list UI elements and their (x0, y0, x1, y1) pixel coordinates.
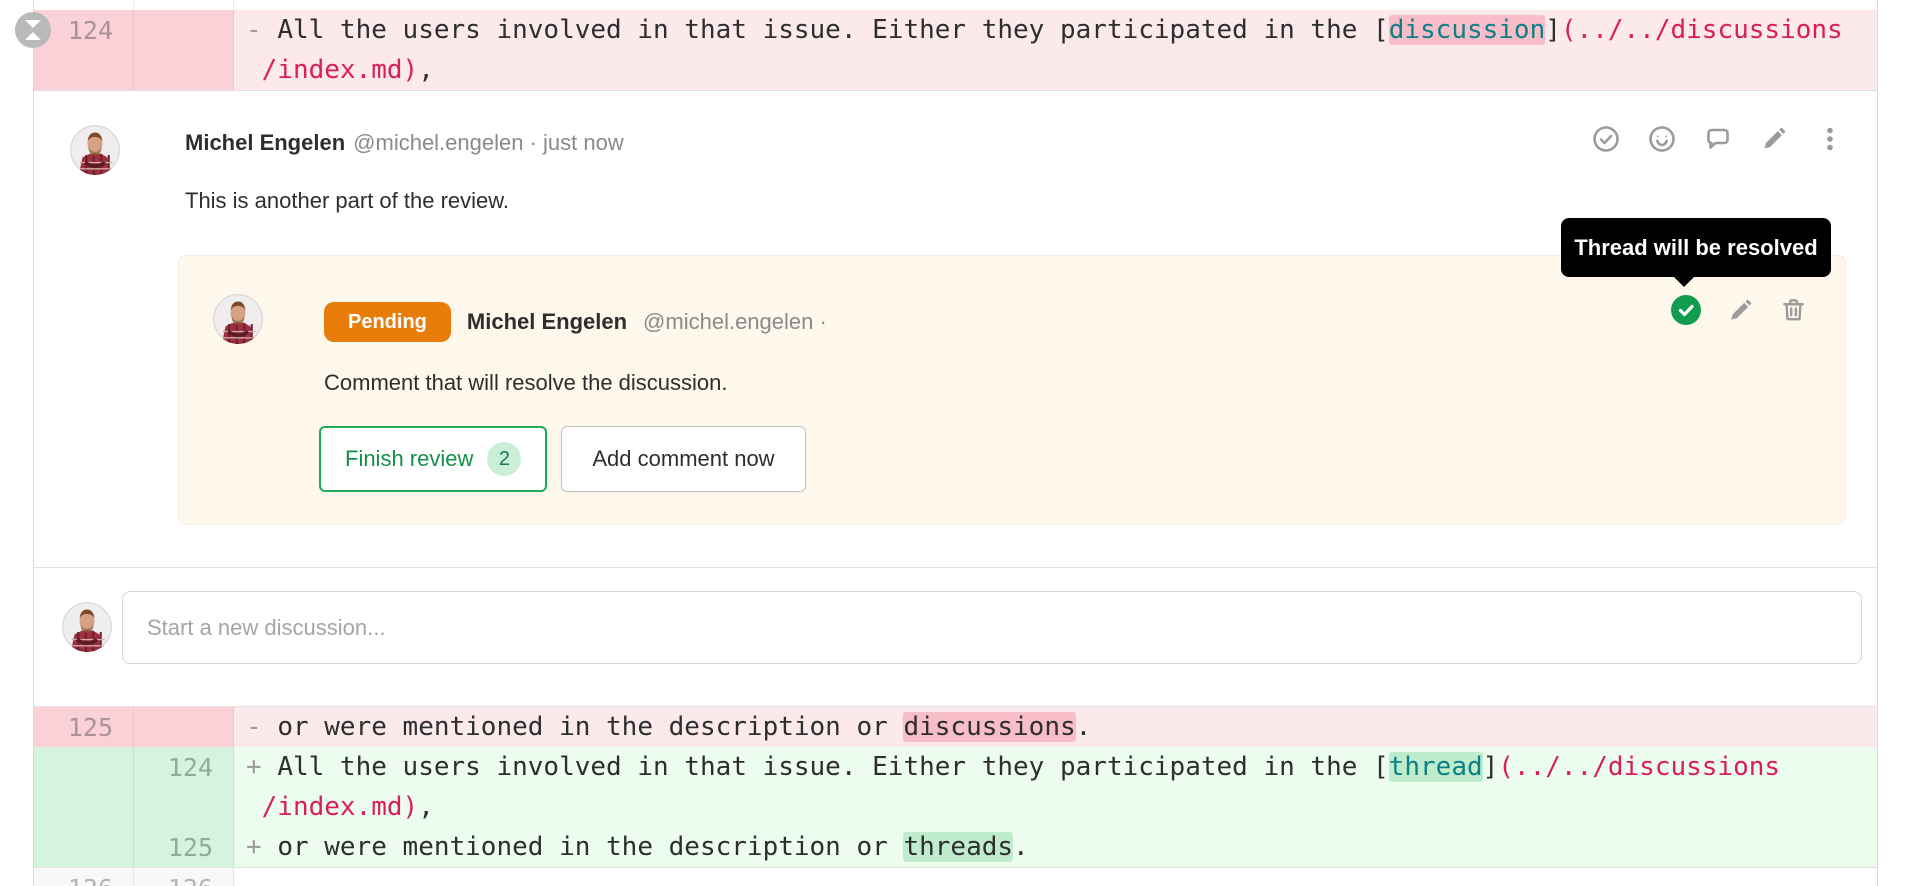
finish-review-button[interactable]: Finish review 2 (319, 426, 547, 492)
edit-comment-icon[interactable] (1760, 125, 1788, 153)
pending-body-text: Comment that will resolve the discussion… (324, 368, 728, 398)
pending-header: Pending Michel Engelen @michel.engelen · (324, 302, 827, 342)
triangle-down (25, 20, 41, 28)
tooltip-text: Thread will be resolved (1574, 235, 1817, 260)
author-handle-timestamp[interactable]: @michel.engelen · just now (353, 130, 624, 155)
avatar[interactable] (213, 294, 263, 344)
pending-count-badge: 2 (487, 442, 521, 476)
resolve-tooltip: Thread will be resolved (1561, 218, 1831, 277)
new-line-number[interactable] (134, 10, 234, 90)
pending-buttons: Finish review 2 Add comment now (319, 426, 806, 492)
finish-review-label: Finish review (345, 446, 473, 472)
edit-pending-comment-icon[interactable] (1727, 297, 1754, 324)
diff-line-content (234, 868, 1877, 886)
author-name[interactable]: Michel Engelen (185, 130, 345, 155)
previous-row-edge (34, 0, 1877, 10)
tooltip-arrow (1673, 276, 1695, 287)
diff-row-context-126: 126 126 (34, 867, 1877, 886)
new-line-number[interactable] (134, 707, 234, 747)
add-reaction-icon[interactable] (1648, 125, 1676, 153)
new-discussion-input[interactable] (122, 591, 1862, 664)
note-action-bar (1592, 125, 1844, 153)
diff-row-removed-124: 124 - All the users involved in that iss… (34, 10, 1877, 90)
diff-line-content: - or were mentioned in the description o… (234, 707, 1877, 747)
user-avatar-image (70, 125, 120, 175)
diff-row-added-125: 125 + or were mentioned in the descripti… (34, 827, 1877, 867)
diff-line-content: + or were mentioned in the description o… (234, 827, 1877, 867)
resolve-comment-icon[interactable] (1671, 295, 1701, 325)
user-avatar-image (213, 294, 263, 344)
pending-comment-card: Pending Michel Engelen @michel.engelen ·… (178, 255, 1846, 525)
old-line-number[interactable] (34, 747, 134, 827)
resolve-thread-icon[interactable] (1592, 125, 1620, 153)
avatar (62, 602, 112, 652)
old-line-number[interactable]: 125 (34, 707, 134, 747)
diff-row-added-124: 124 + All the users involved in that iss… (34, 747, 1877, 827)
diff-panel: 124 - All the users involved in that iss… (33, 0, 1878, 886)
diff-line-content: - All the users involved in that issue. … (234, 10, 1877, 90)
pending-action-bar (1671, 295, 1807, 325)
reply-comment-icon[interactable] (1704, 125, 1732, 153)
diff-row-removed-125: 125 - or were mentioned in the descripti… (34, 707, 1877, 747)
merge-request-diff-view: 124 - All the users involved in that iss… (0, 0, 1906, 886)
new-line-number[interactable]: 124 (134, 747, 234, 827)
triangle-up (25, 32, 41, 40)
author-name[interactable]: Michel Engelen (467, 309, 627, 335)
diff-line-content: + All the users involved in that issue. … (234, 747, 1877, 827)
author-handle[interactable]: @michel.engelen · (643, 309, 827, 335)
add-comment-label: Add comment now (592, 446, 774, 472)
new-line-number[interactable]: 126 (134, 868, 234, 886)
add-comment-now-button[interactable]: Add comment now (561, 426, 805, 492)
new-discussion-form (34, 567, 1877, 707)
collapse-diff-lines-icon[interactable] (15, 12, 51, 48)
discussion-note: Michel Engelen @michel.engelen · just now… (34, 90, 1877, 567)
old-line-number[interactable]: 126 (34, 868, 134, 886)
note-header: Michel Engelen @michel.engelen · just now (185, 129, 624, 157)
more-actions-icon[interactable] (1816, 125, 1844, 153)
old-line-number[interactable] (34, 827, 134, 867)
delete-pending-comment-icon[interactable] (1780, 297, 1807, 324)
new-line-number[interactable]: 125 (134, 827, 234, 867)
pending-badge: Pending (324, 302, 451, 342)
note-body-text: This is another part of the review. (185, 186, 509, 216)
avatar[interactable] (70, 125, 120, 175)
user-avatar-image (62, 602, 112, 652)
